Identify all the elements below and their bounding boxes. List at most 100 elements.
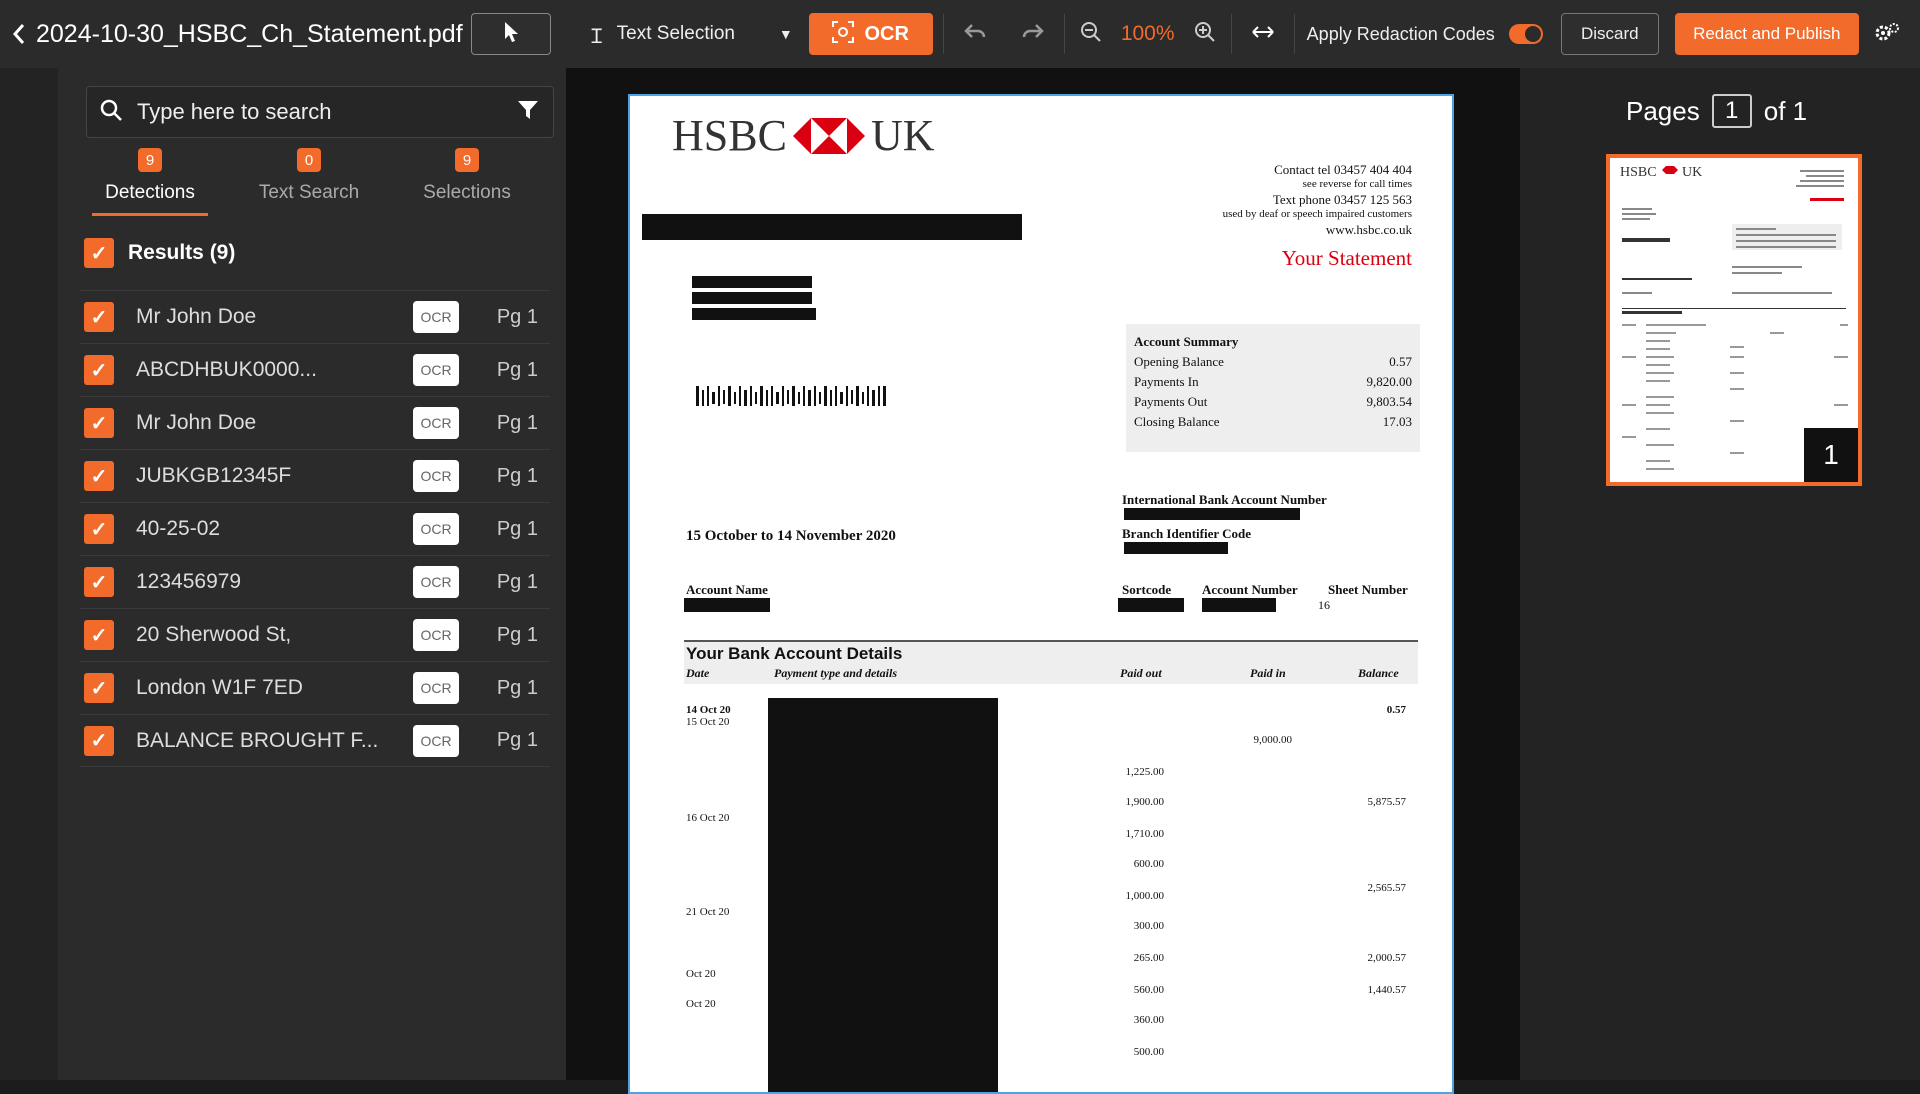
ocr-button[interactable]: OCR xyxy=(808,13,933,55)
pdf-page[interactable]: HSBC UK Contact tel 03457 404 404 see re… xyxy=(628,94,1454,1094)
row-checkbox[interactable]: ✓ xyxy=(84,725,114,756)
result-text: ABCDHBUK0000... xyxy=(136,358,317,381)
row-checkbox[interactable]: ✓ xyxy=(84,620,114,650)
left-strip xyxy=(0,68,58,1080)
result-row[interactable]: ✓ 40-25-02 OCR Pg 1 xyxy=(80,502,550,555)
col-paid-in: Paid in xyxy=(1250,666,1286,680)
selection-mode-label: Text Selection xyxy=(616,23,735,44)
result-row[interactable]: ✓ ABCDHBUK0000... OCR Pg 1 xyxy=(80,343,550,396)
page-number-input[interactable]: 1 xyxy=(1711,94,1752,128)
apply-redaction-toggle[interactable] xyxy=(1508,24,1543,44)
redaction-box[interactable] xyxy=(642,214,1022,240)
page-ref: Pg 1 xyxy=(496,623,538,646)
redaction-box[interactable] xyxy=(1118,598,1184,612)
publish-label: Redact and Publish xyxy=(1693,24,1841,43)
logo-text-left: HSBC xyxy=(672,111,787,160)
zoom-out-button[interactable] xyxy=(1071,13,1111,55)
zoom-in-button[interactable] xyxy=(1185,13,1225,55)
contact-line: Text phone 03457 125 563 xyxy=(1272,192,1412,207)
tab-text-search[interactable]: 0 Text Search xyxy=(234,148,384,208)
redaction-box[interactable] xyxy=(1202,598,1276,612)
discard-button[interactable]: Discard xyxy=(1560,13,1659,55)
row-checkbox[interactable]: ✓ xyxy=(84,355,114,385)
redo-button[interactable] xyxy=(1008,13,1058,55)
redact-publish-button[interactable]: Redact and Publish xyxy=(1674,13,1859,55)
tx-date: 21 Oct 20 xyxy=(686,906,730,918)
results-list: ✓ Mr John Doe OCR Pg 1 ✓ ABCDHBUK0000...… xyxy=(80,290,550,767)
tab-detections[interactable]: 9 Detections xyxy=(78,148,222,216)
hsbc-logo: HSBC UK xyxy=(672,110,935,161)
summary-value: 9,803.54 xyxy=(1366,394,1413,409)
detections-panel: Type here to search 9 Detections 0 Text … xyxy=(58,68,566,1080)
result-row[interactable]: ✓ BALANCE BROUGHT F... OCR Pg 1 xyxy=(80,714,550,767)
row-checkbox[interactable]: ✓ xyxy=(84,673,114,703)
zoom-level[interactable]: 100% xyxy=(1119,22,1177,46)
tab-label: Selections xyxy=(423,182,511,203)
select-cursor-button[interactable] xyxy=(470,13,551,55)
discard-label: Discard xyxy=(1580,24,1639,43)
row-checkbox[interactable]: ✓ xyxy=(84,302,114,332)
result-text: 40-25-02 xyxy=(136,517,221,540)
page-ref: Pg 1 xyxy=(496,729,538,751)
undo-icon xyxy=(963,23,986,46)
tx-paid-out: 360.00 xyxy=(1133,1014,1164,1026)
pages-panel: Pages 1 of 1 HSBC UK 1 xyxy=(1520,68,1920,1080)
document-title: 2024-10-30_HSBC_Ch_Statement.pdf xyxy=(36,19,463,48)
tx-paid-out: 500.00 xyxy=(1133,1046,1164,1058)
undo-button[interactable] xyxy=(950,13,1000,55)
tx-date: Oct 20 xyxy=(686,968,716,980)
tab-bar: 9 Detections 0 Text Search 9 Selections xyxy=(78,148,554,216)
result-text: 20 Sherwood St, xyxy=(136,623,292,646)
search-input[interactable]: Type here to search xyxy=(137,99,517,125)
sheet-number-label: Sheet Number xyxy=(1328,582,1408,597)
tx-balance: 2,565.57 xyxy=(1367,882,1407,894)
search-box[interactable]: Type here to search xyxy=(86,86,554,138)
row-checkbox[interactable]: ✓ xyxy=(84,567,114,597)
zoom-in-icon xyxy=(1194,21,1216,48)
tab-count-badge: 0 xyxy=(297,148,321,172)
result-row[interactable]: ✓ Mr John Doe OCR Pg 1 xyxy=(80,290,550,343)
tx-paid-out: 560.00 xyxy=(1133,984,1164,996)
row-checkbox[interactable]: ✓ xyxy=(84,461,114,491)
tab-selections[interactable]: 9 Selections xyxy=(392,148,542,208)
result-row[interactable]: ✓ JUBKGB12345F OCR Pg 1 xyxy=(80,449,550,502)
ocr-tag: OCR xyxy=(413,672,459,704)
tab-label: Text Search xyxy=(258,182,360,203)
summary-label: Opening Balance xyxy=(1134,354,1224,369)
page-thumbnail[interactable]: HSBC UK 1 xyxy=(1606,154,1862,486)
sortcode-label: Sortcode xyxy=(1122,582,1172,597)
settings-icon[interactable] xyxy=(1871,19,1901,49)
back-chevron-icon[interactable] xyxy=(4,0,34,68)
ocr-tag: OCR xyxy=(413,619,459,651)
result-row[interactable]: ✓ Mr John Doe OCR Pg 1 xyxy=(80,396,550,449)
result-row[interactable]: ✓ London W1F 7ED OCR Pg 1 xyxy=(80,661,550,714)
filter-icon[interactable] xyxy=(517,100,539,125)
row-checkbox[interactable]: ✓ xyxy=(84,408,114,438)
summary-row: Opening Balance 0.57 xyxy=(1134,352,1412,372)
redaction-box[interactable] xyxy=(1124,542,1228,554)
statement-title: Your Statement xyxy=(1281,246,1412,270)
fit-width-button[interactable] xyxy=(1238,13,1288,55)
select-all-checkbox[interactable]: ✓ xyxy=(84,238,114,268)
page-ref: Pg 1 xyxy=(496,358,538,381)
document-viewer[interactable]: HSBC UK Contact tel 03457 404 404 see re… xyxy=(566,68,1520,1094)
page-ref: Pg 1 xyxy=(496,411,538,434)
result-text: Mr John Doe xyxy=(136,411,257,434)
redaction-box[interactable] xyxy=(1124,508,1300,520)
result-row[interactable]: ✓ 20 Sherwood St, OCR Pg 1 xyxy=(80,608,550,661)
result-row[interactable]: ✓ 123456979 OCR Pg 1 xyxy=(80,555,550,608)
redaction-box[interactable] xyxy=(692,308,816,320)
redaction-box[interactable] xyxy=(684,598,770,612)
redaction-box[interactable] xyxy=(692,292,812,304)
cursor-icon xyxy=(503,21,519,48)
summary-label: Payments In xyxy=(1134,374,1199,389)
row-checkbox[interactable]: ✓ xyxy=(84,514,114,544)
hsbc-hexagon-icon xyxy=(792,117,865,154)
selection-mode-dropdown[interactable]: Ｉ Text Selection ▼ xyxy=(569,13,799,55)
redaction-box[interactable] xyxy=(768,698,998,1092)
results-count: Results (9) xyxy=(128,241,236,264)
summary-value: 0.57 xyxy=(1389,354,1412,369)
divider xyxy=(1230,14,1232,54)
summary-value: 9,820.00 xyxy=(1366,374,1413,389)
redaction-box[interactable] xyxy=(692,276,812,288)
